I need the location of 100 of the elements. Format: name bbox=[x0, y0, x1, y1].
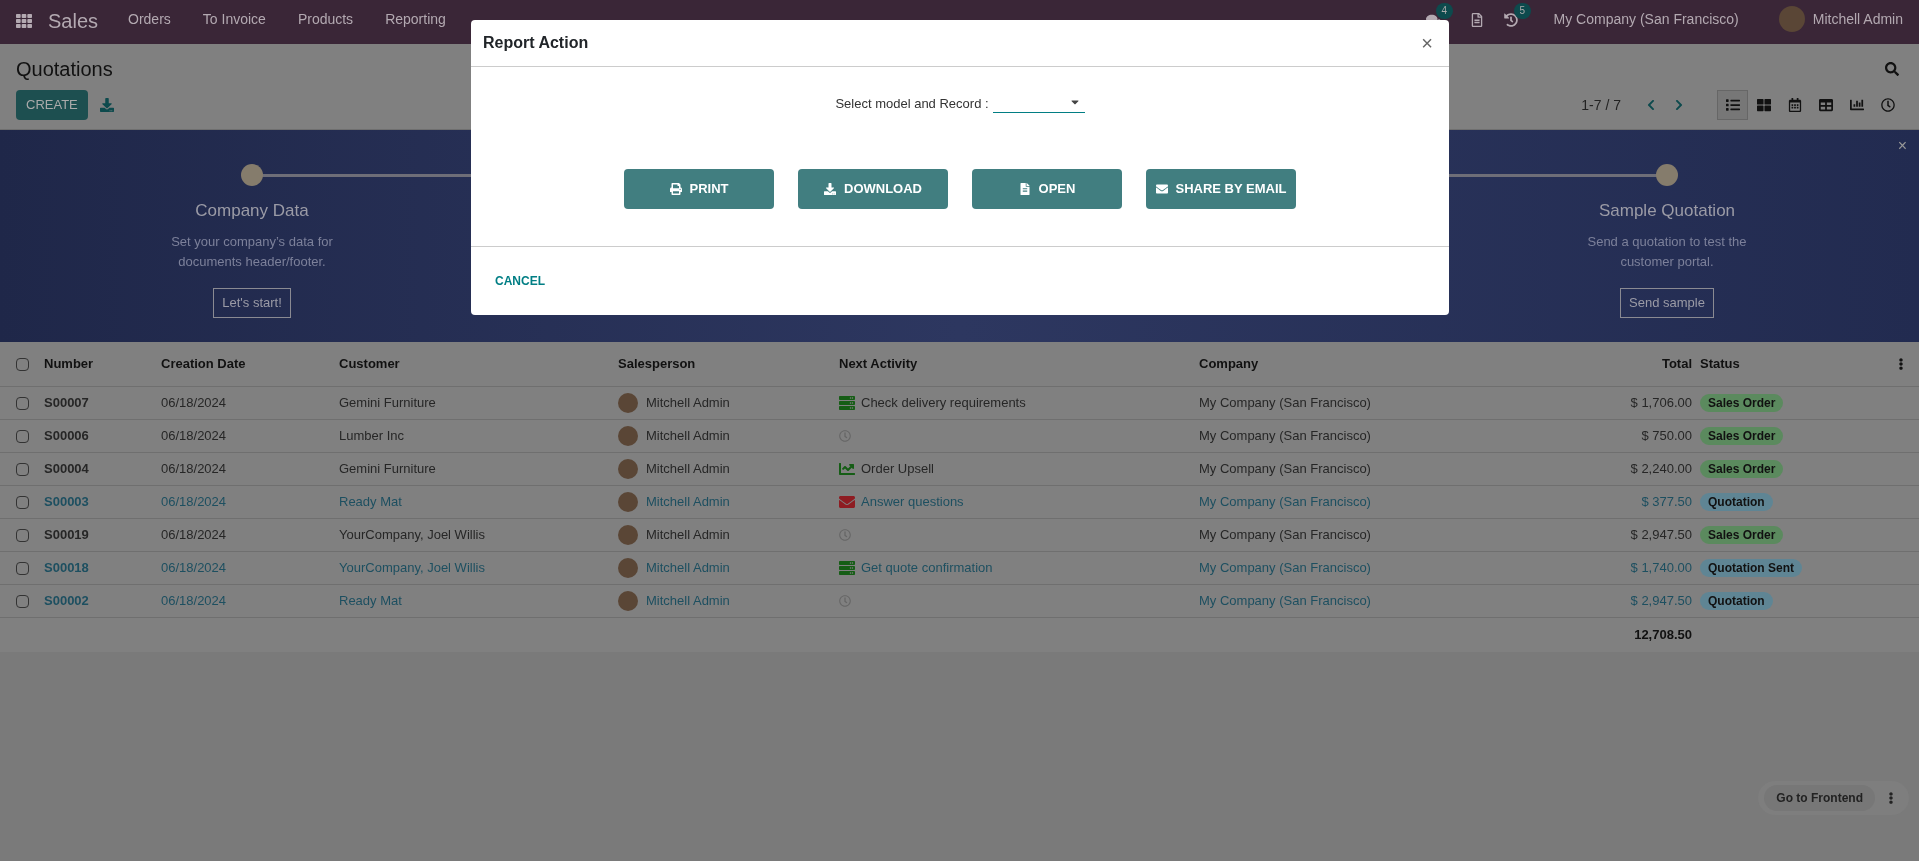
table-cell-text: Mitchell Admin bbox=[646, 559, 730, 578]
document-icon[interactable] bbox=[1469, 13, 1484, 27]
search-icon[interactable] bbox=[1885, 62, 1899, 76]
table-cell-text: My Company (San Francisco) bbox=[1199, 559, 1372, 578]
row-checkbox[interactable] bbox=[16, 396, 29, 410]
avatar bbox=[618, 492, 638, 512]
column-header[interactable]: Company bbox=[1199, 354, 1499, 374]
clock-icon[interactable] bbox=[1503, 13, 1518, 27]
column-header[interactable]: Salesperson bbox=[618, 354, 839, 374]
stacked-bars-icon[interactable] bbox=[839, 560, 855, 576]
table-cell-text: 06/18/2024 bbox=[161, 526, 228, 545]
table-cell-text: 06/18/2024 bbox=[161, 592, 228, 611]
table-cell-text: $ 2,947.50 bbox=[1629, 592, 1693, 611]
table-cell-text: Gemini Furniture bbox=[339, 394, 437, 413]
row-checkbox[interactable] bbox=[16, 528, 29, 542]
avatar bbox=[618, 558, 638, 578]
clock-icon bbox=[1880, 98, 1895, 112]
close-icon[interactable]: × bbox=[1897, 138, 1907, 154]
company-switcher[interactable]: My Company (San Francisco) bbox=[1553, 11, 1739, 27]
activity-label: Answer questions bbox=[861, 493, 964, 512]
envelope-icon bbox=[1155, 183, 1168, 195]
table-cell-text: S00019 bbox=[44, 526, 90, 545]
column-header[interactable]: Creation Date bbox=[161, 354, 339, 374]
activity-label: Order Upsell bbox=[861, 460, 934, 479]
dialog-button[interactable]: SHARE BY EMAIL bbox=[1146, 169, 1296, 209]
calendar-icon bbox=[1787, 98, 1802, 112]
document-icon bbox=[1018, 183, 1031, 195]
bar-chart-icon bbox=[1849, 98, 1864, 112]
dialog-button[interactable]: OPEN bbox=[972, 169, 1122, 209]
next-icon[interactable] bbox=[1673, 99, 1685, 111]
dialog-title: Report Action bbox=[483, 33, 589, 53]
table-cell-text: 06/18/2024 bbox=[161, 559, 228, 578]
row-checkbox[interactable] bbox=[16, 561, 29, 575]
step-description: Set your company’s data for documents header/footer. bbox=[170, 232, 334, 271]
line-chart-icon[interactable] bbox=[839, 461, 855, 477]
status-badge: Sales Order bbox=[1700, 460, 1784, 478]
table-cell-text: $ 2,240.00 bbox=[1629, 460, 1693, 479]
step-title: Company Data bbox=[195, 200, 309, 222]
step-title: Sample Quotation bbox=[1598, 200, 1736, 222]
table-cell-text: $ 377.50 bbox=[1640, 493, 1693, 512]
download-icon bbox=[824, 183, 836, 195]
column-header[interactable]: Status bbox=[1700, 354, 1880, 374]
row-checkbox[interactable] bbox=[16, 495, 29, 509]
table-cell-text: YourCompany, Joel Willis bbox=[339, 526, 486, 545]
menu-item[interactable]: Orders bbox=[112, 11, 187, 27]
view-switch[interactable] bbox=[1717, 90, 1748, 120]
app-name[interactable]: Sales bbox=[48, 11, 99, 31]
download-icon[interactable] bbox=[99, 98, 114, 112]
menu-item[interactable]: To Invoice bbox=[186, 11, 282, 27]
apps-menu-icon[interactable] bbox=[16, 13, 32, 29]
pager: 1-7 / 7 bbox=[1581, 95, 1621, 115]
column-header[interactable]: Customer bbox=[339, 354, 618, 374]
grid-icon bbox=[1756, 98, 1771, 112]
table-cell-text: $ 2,947.50 bbox=[1629, 526, 1693, 545]
user-menu[interactable]: Mitchell Admin bbox=[1812, 11, 1903, 27]
table-cell-text: 06/18/2024 bbox=[161, 493, 228, 512]
table-cell-text: My Company (San Francisco) bbox=[1199, 493, 1372, 512]
table-cell-text: S00004 bbox=[44, 460, 90, 479]
count-badge: 5 bbox=[1513, 3, 1532, 19]
table-cell-text: My Company (San Francisco) bbox=[1199, 526, 1372, 545]
row-checkbox[interactable] bbox=[16, 462, 29, 476]
step-description: Send a quotation to test the customer portal. bbox=[1586, 232, 1748, 271]
close-button[interactable]: × bbox=[1421, 33, 1433, 53]
row-checkbox[interactable] bbox=[16, 594, 29, 608]
table-cell-text: 06/18/2024 bbox=[161, 460, 228, 479]
table-cell-text: Mitchell Admin bbox=[646, 493, 730, 512]
table-icon bbox=[1818, 98, 1833, 112]
table-cell-text: YourCompany, Joel Willis bbox=[339, 559, 486, 578]
cancel-button[interactable]: CANCEL bbox=[495, 272, 545, 290]
avatar bbox=[618, 459, 638, 479]
status-badge: Quotation bbox=[1700, 592, 1773, 610]
table-cell-text: Mitchell Admin bbox=[646, 427, 730, 446]
list-icon bbox=[1725, 98, 1740, 112]
page-title: Quotations bbox=[16, 57, 113, 82]
table-cell-text: Ready Mat bbox=[339, 592, 403, 611]
table-cell-text: Ready Mat bbox=[339, 493, 403, 512]
envelope-icon[interactable] bbox=[839, 494, 855, 510]
stacked-bars-icon[interactable] bbox=[839, 395, 855, 411]
menu-item[interactable]: Products bbox=[281, 11, 370, 27]
table-cell-text: S00003 bbox=[44, 493, 90, 512]
activity-label: Check delivery requirements bbox=[861, 394, 1026, 413]
table-cell-text: 06/18/2024 bbox=[161, 427, 228, 446]
sum-total: 12,708.50 bbox=[1633, 626, 1693, 645]
column-header[interactable]: Total bbox=[1499, 354, 1700, 374]
status-badge: Sales Order bbox=[1700, 427, 1784, 445]
column-header[interactable]: Number bbox=[44, 354, 161, 374]
dialog-button[interactable]: PRINT bbox=[624, 169, 774, 209]
previous-icon[interactable] bbox=[1645, 99, 1657, 111]
go-to-frontend-button[interactable]: Go to Frontend bbox=[1764, 785, 1875, 811]
menu-item[interactable]: Reporting bbox=[369, 11, 462, 27]
table-cell-text: $ 1,706.00 bbox=[1629, 394, 1693, 413]
create-button[interactable]: CREATE bbox=[16, 90, 88, 120]
step-button[interactable]: Send sample bbox=[1620, 287, 1714, 318]
dialog-button[interactable]: DOWNLOAD bbox=[798, 169, 948, 209]
select-all-checkbox[interactable] bbox=[16, 357, 29, 371]
avatar bbox=[618, 426, 638, 446]
table-cell-text: S00018 bbox=[44, 559, 90, 578]
step-button[interactable]: Let's start! bbox=[213, 287, 291, 318]
column-header[interactable]: Next Activity bbox=[839, 354, 1199, 374]
row-checkbox[interactable] bbox=[16, 429, 29, 443]
